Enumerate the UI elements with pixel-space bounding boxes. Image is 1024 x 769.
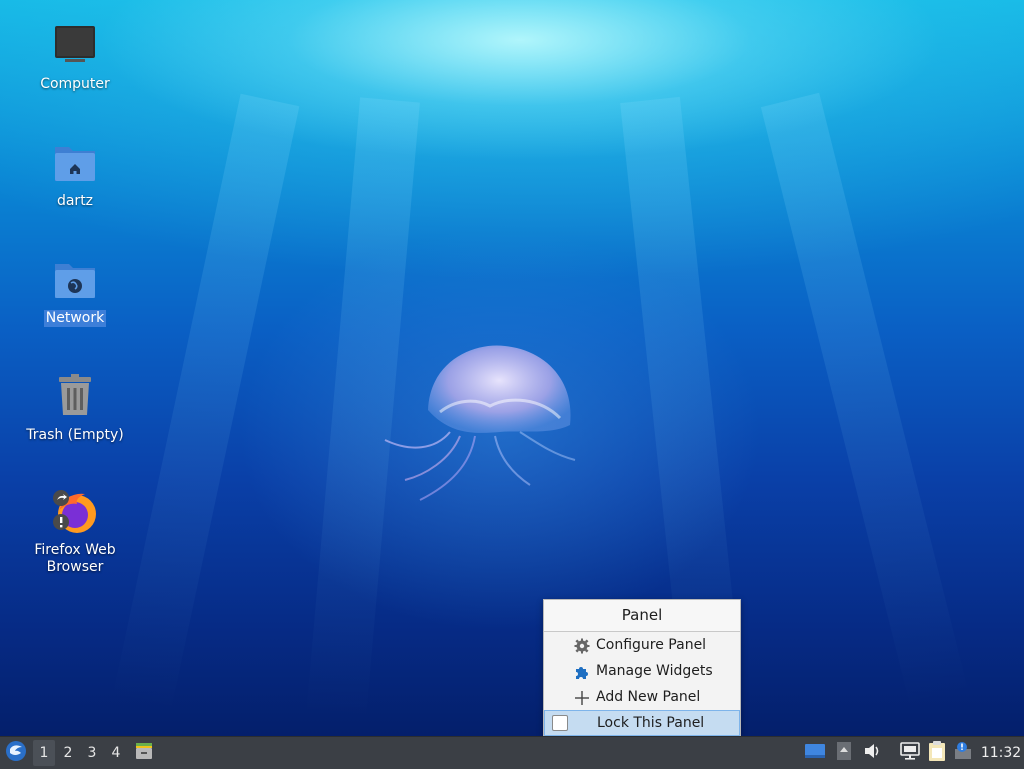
workspace-2[interactable]: 2 [57, 737, 79, 769]
menu-item-label: Add New Panel [596, 689, 701, 705]
workspace-3[interactable]: 3 [81, 737, 103, 769]
menu-item-manage-widgets[interactable]: Manage Widgets [544, 658, 740, 684]
workspace-label: 1 [39, 745, 49, 761]
lxqt-logo-icon [5, 740, 27, 766]
desktop-icon-label: Network [43, 310, 107, 327]
desktop-icon-home-folder[interactable]: dartz [20, 139, 130, 210]
workspace-4[interactable]: 4 [105, 737, 127, 769]
desktop-icon-computer[interactable]: Computer [20, 22, 130, 93]
volume-button[interactable] [861, 737, 883, 769]
desktop[interactable]: Computer dartz Network Trash (Empty) Fir… [0, 0, 1024, 737]
clipboard-icon [928, 740, 946, 766]
firefox-icon [51, 488, 99, 536]
desktop-icon-network[interactable]: Network [20, 256, 130, 327]
show-desktop-icon [134, 741, 154, 765]
menu-item-label: Configure Panel [596, 637, 707, 653]
window-icon [804, 742, 826, 764]
show-desktop-button[interactable] [132, 737, 156, 769]
desktop-icon-label: Trash (Empty) [26, 427, 124, 443]
menu-item-label: Lock This Panel [597, 715, 705, 731]
workspace-label: 3 [87, 745, 97, 761]
lock-panel-checkbox[interactable] [552, 715, 568, 731]
workspace-label: 4 [111, 745, 121, 761]
clock-label: 11:32 [980, 745, 1022, 761]
trash-icon [51, 373, 99, 421]
network-wired-icon [900, 742, 920, 764]
clipboard-tray-button[interactable] [926, 737, 948, 769]
desktop-icon-label: dartz [56, 193, 94, 209]
speaker-icon [863, 742, 881, 764]
arrow-up-icon [836, 741, 852, 765]
desktop-icon-firefox[interactable]: Firefox Web Browser [20, 488, 130, 576]
menu-title: Panel [544, 600, 740, 632]
clock[interactable]: 11:32 [980, 737, 1022, 769]
menu-item-configure-panel[interactable]: Configure Panel [544, 632, 740, 658]
window-switcher-button[interactable] [803, 737, 827, 769]
network-tray-button[interactable] [898, 737, 922, 769]
light-ray [760, 92, 970, 709]
tray-expander-button[interactable] [833, 737, 855, 769]
taskbar: 1 2 3 4 11:32 [0, 736, 1024, 769]
updates-tray-button[interactable] [952, 737, 974, 769]
plus-icon [574, 689, 590, 705]
menu-item-add-new-panel[interactable]: Add New Panel [544, 684, 740, 710]
home-folder-icon [51, 139, 99, 187]
menu-item-label: Manage Widgets [596, 663, 713, 679]
start-menu-button[interactable] [2, 737, 30, 769]
network-folder-icon [51, 256, 99, 304]
desktop-icon-trash[interactable]: Trash (Empty) [20, 373, 130, 444]
desktop-icon-label: Firefox Web Browser [34, 542, 116, 575]
light-ray [111, 93, 300, 713]
workspace-label: 2 [63, 745, 73, 761]
gear-icon [574, 637, 590, 654]
workspace-1[interactable]: 1 [33, 740, 55, 766]
update-notification-icon [953, 741, 973, 765]
menu-item-lock-this-panel[interactable]: Lock This Panel [544, 710, 740, 736]
jellyfish-wallpaper-graphic [384, 345, 576, 501]
computer-icon [51, 22, 99, 70]
panel-context-menu: Panel Configure Panel Manage Widgets Add… [543, 599, 741, 737]
desktop-icon-label: Computer [40, 76, 110, 92]
puzzle-icon [574, 663, 590, 679]
